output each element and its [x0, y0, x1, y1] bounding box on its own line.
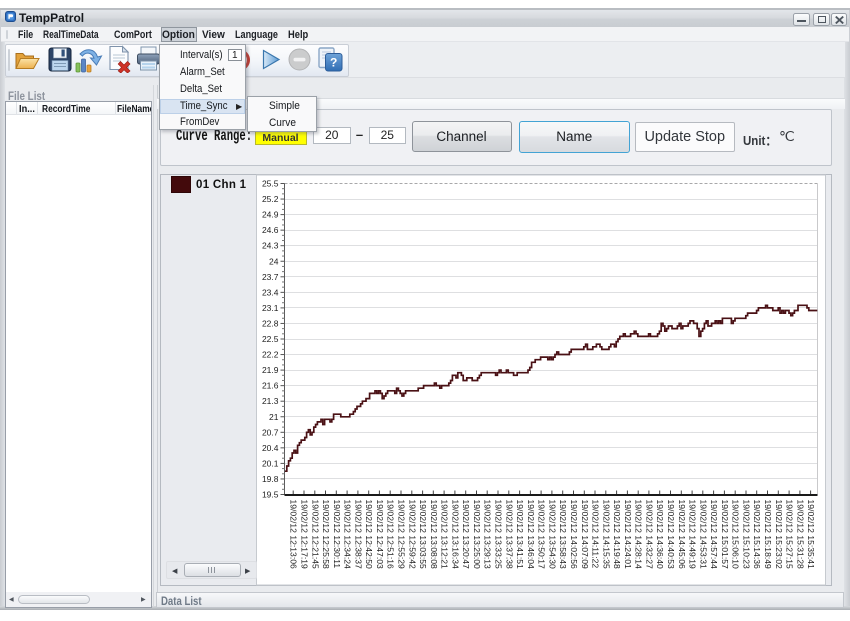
svg-text:19/02/12 14:57:44: 19/02/12 14:57:44	[709, 500, 719, 570]
svg-text:19/02/12 13:46:04: 19/02/12 13:46:04	[526, 500, 536, 570]
svg-text:24.9: 24.9	[262, 210, 279, 220]
svg-text:19.8: 19.8	[262, 474, 279, 484]
svg-text:19/02/12 14:53:31: 19/02/12 14:53:31	[698, 500, 708, 570]
svg-text:21.9: 21.9	[262, 365, 279, 375]
svg-text:25.2: 25.2	[262, 194, 279, 204]
svg-text:23.4: 23.4	[262, 287, 279, 297]
svg-text:19/02/12 15:01:57: 19/02/12 15:01:57	[720, 500, 730, 570]
svg-text:19/02/12 14:45:06: 19/02/12 14:45:06	[677, 500, 687, 570]
svg-text:19/02/12 13:33:25: 19/02/12 13:33:25	[494, 500, 504, 570]
svg-text:19/02/12 13:37:38: 19/02/12 13:37:38	[504, 500, 514, 570]
svg-text:19/02/12 15:31:28: 19/02/12 15:31:28	[795, 500, 805, 570]
svg-text:19/02/12 12:21:45: 19/02/12 12:21:45	[310, 500, 320, 570]
svg-text:19/02/12 15:35:41: 19/02/12 15:35:41	[806, 500, 816, 570]
svg-text:19/02/12 13:20:47: 19/02/12 13:20:47	[461, 500, 471, 570]
svg-text:19/02/12 14:32:27: 19/02/12 14:32:27	[644, 500, 654, 570]
svg-text:23.7: 23.7	[262, 272, 279, 282]
svg-text:20.7: 20.7	[262, 427, 279, 437]
svg-text:20.4: 20.4	[262, 443, 279, 453]
svg-text:19/02/12 12:13:06: 19/02/12 12:13:06	[289, 500, 299, 570]
svg-text:19/02/12 13:50:17: 19/02/12 13:50:17	[537, 500, 547, 570]
svg-text:19/02/12 13:58:43: 19/02/12 13:58:43	[558, 500, 568, 570]
svg-text:19/02/12 14:24:01: 19/02/12 14:24:01	[623, 500, 633, 570]
svg-text:19/02/12 15:23:02: 19/02/12 15:23:02	[774, 500, 784, 570]
svg-text:19/02/12 12:59:42: 19/02/12 12:59:42	[407, 500, 417, 570]
svg-text:21: 21	[269, 412, 279, 422]
svg-text:19/02/12 12:51:16: 19/02/12 12:51:16	[386, 500, 396, 570]
svg-text:19/02/12 13:16:34: 19/02/12 13:16:34	[450, 500, 460, 570]
svg-text:19.5: 19.5	[262, 490, 279, 500]
svg-text:22.8: 22.8	[262, 318, 279, 328]
svg-text:24.3: 24.3	[262, 241, 279, 251]
svg-text:19/02/12 14:40:53: 19/02/12 14:40:53	[666, 500, 676, 570]
svg-text:19/02/12 12:34:24: 19/02/12 12:34:24	[343, 500, 353, 570]
svg-text:19/02/12 14:15:35: 19/02/12 14:15:35	[601, 500, 611, 570]
svg-text:19/02/12 14:07:09: 19/02/12 14:07:09	[580, 500, 590, 570]
svg-text:19/02/12 15:06:10: 19/02/12 15:06:10	[731, 500, 741, 570]
svg-text:19/02/12 12:25:58: 19/02/12 12:25:58	[321, 500, 331, 570]
svg-text:21.3: 21.3	[262, 396, 279, 406]
svg-text:19/02/12 15:10:23: 19/02/12 15:10:23	[742, 500, 752, 570]
svg-text:19/02/12 13:12:21: 19/02/12 13:12:21	[440, 500, 450, 570]
svg-text:19/02/12 13:29:13: 19/02/12 13:29:13	[483, 500, 493, 570]
svg-text:19/02/12 12:30:11: 19/02/12 12:30:11	[332, 500, 342, 569]
svg-text:19/02/12 14:28:14: 19/02/12 14:28:14	[634, 500, 644, 570]
svg-text:19/02/12 12:47:03: 19/02/12 12:47:03	[375, 500, 385, 570]
svg-text:22.2: 22.2	[262, 350, 279, 360]
svg-text:19/02/12 15:27:15: 19/02/12 15:27:15	[785, 500, 795, 570]
svg-text:19/02/12 14:11:22: 19/02/12 14:11:22	[591, 500, 601, 569]
svg-text:24: 24	[269, 256, 279, 266]
svg-text:22.5: 22.5	[262, 334, 279, 344]
svg-text:19/02/12 13:08:08: 19/02/12 13:08:08	[429, 500, 439, 570]
svg-text:19/02/12 13:54:30: 19/02/12 13:54:30	[547, 500, 557, 570]
svg-text:19/02/12 14:49:19: 19/02/12 14:49:19	[688, 500, 698, 570]
svg-text:19/02/12 12:17:19: 19/02/12 12:17:19	[300, 500, 310, 570]
svg-text:19/02/12 14:02:56: 19/02/12 14:02:56	[569, 500, 579, 570]
svg-text:25.5: 25.5	[262, 179, 279, 189]
svg-text:20.1: 20.1	[262, 458, 279, 468]
svg-text:19/02/12 13:03:55: 19/02/12 13:03:55	[418, 500, 428, 570]
svg-text:19/02/12 15:14:36: 19/02/12 15:14:36	[752, 500, 762, 570]
svg-text:19/02/12 12:55:29: 19/02/12 12:55:29	[397, 500, 407, 570]
svg-text:21.6: 21.6	[262, 381, 279, 391]
svg-text:19/02/12 13:25:00: 19/02/12 13:25:00	[472, 500, 482, 570]
svg-text:?: ?	[330, 55, 337, 69]
svg-text:19/02/12 13:41:51: 19/02/12 13:41:51	[515, 500, 525, 570]
svg-text:19/02/12 14:19:48: 19/02/12 14:19:48	[612, 500, 622, 570]
svg-text:19/02/12 12:38:37: 19/02/12 12:38:37	[353, 500, 363, 570]
svg-text:23.1: 23.1	[262, 303, 279, 313]
svg-text:19/02/12 14:36:40: 19/02/12 14:36:40	[655, 500, 665, 570]
svg-text:19/02/12 12:42:50: 19/02/12 12:42:50	[364, 500, 374, 570]
svg-text:19/02/12 15:18:49: 19/02/12 15:18:49	[763, 500, 773, 570]
svg-text:24.6: 24.6	[262, 225, 279, 235]
